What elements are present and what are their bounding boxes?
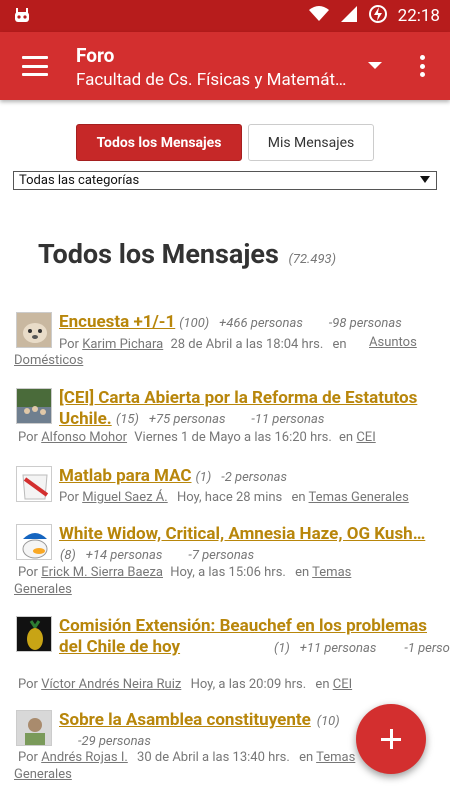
forum-selector[interactable]: Facultad de Cs. Físicas y Matemát… bbox=[76, 70, 358, 90]
category-link[interactable]: Temas bbox=[316, 750, 355, 765]
category-link[interactable]: Temas bbox=[312, 565, 351, 580]
negative-votes: -1 persona bbox=[404, 641, 450, 656]
post-date: Viernes 1 de Mayo a las 16:20 hrs. bbox=[134, 430, 332, 445]
author-link[interactable]: Karim Pichara bbox=[82, 337, 163, 352]
category-link[interactable]: CEI bbox=[333, 677, 352, 692]
post-date: Hoy, hace 28 mins bbox=[176, 490, 283, 505]
category-link-cont[interactable]: Generales bbox=[14, 582, 72, 597]
in-label: en bbox=[332, 337, 347, 352]
author-link[interactable]: Erick M. Sierra Baeza bbox=[41, 565, 163, 580]
category-select[interactable]: Todas las categorías bbox=[13, 171, 437, 190]
category-link[interactable]: CEI bbox=[356, 430, 375, 445]
post-title[interactable]: Encuesta +1/-1 bbox=[59, 312, 175, 332]
negative-votes: -29 personas bbox=[78, 734, 151, 749]
reply-count: (1) bbox=[195, 470, 212, 485]
negative-votes: -2 personas bbox=[221, 470, 288, 485]
negative-votes: -11 personas bbox=[251, 412, 325, 427]
category-link[interactable]: Asuntos bbox=[369, 335, 417, 350]
page-title: Todos los Mensajes (72.493) bbox=[38, 238, 336, 270]
by-label: Por bbox=[18, 677, 38, 692]
android-debug-icon bbox=[12, 6, 32, 26]
negative-votes: -7 personas bbox=[188, 548, 255, 563]
in-label: en bbox=[339, 430, 354, 445]
by-label: Por bbox=[18, 430, 38, 445]
app-title: Foro bbox=[76, 44, 115, 67]
reply-count: (10) bbox=[316, 714, 340, 729]
select-arrow-icon bbox=[420, 176, 430, 183]
tab-my-messages[interactable]: Mis Mensajes bbox=[248, 124, 374, 161]
by-label: Por bbox=[18, 565, 38, 580]
hamburger-menu-icon[interactable] bbox=[20, 52, 50, 80]
category-link-cont[interactable]: Domésticos bbox=[14, 353, 83, 368]
author-link[interactable]: Alfonso Mohor bbox=[41, 430, 127, 445]
by-label: Por bbox=[59, 337, 79, 352]
positive-votes: +466 personas bbox=[219, 316, 303, 331]
author-link[interactable]: Andrés Rojas I. bbox=[41, 750, 128, 765]
app-bar: Foro Facultad de Cs. Físicas y Matemát… bbox=[0, 32, 450, 100]
list-item[interactable]: White Widow, Critical, Amnesia Haze, OG … bbox=[14, 524, 440, 560]
battery-charging-icon bbox=[368, 4, 388, 29]
status-bar: 22:18 bbox=[0, 0, 450, 32]
new-post-button[interactable] bbox=[356, 704, 426, 774]
reply-count: (100) bbox=[179, 316, 210, 331]
post-title[interactable]: Sobre la Asamblea constituyente bbox=[59, 710, 311, 730]
post-title[interactable]: White Widow, Critical, Amnesia Haze, OG … bbox=[59, 524, 440, 545]
tab-all-messages[interactable]: Todos los Mensajes bbox=[76, 124, 242, 161]
category-link-cont[interactable]: Generales bbox=[14, 767, 72, 782]
overflow-menu-icon[interactable] bbox=[414, 52, 430, 80]
wifi-icon bbox=[308, 5, 330, 28]
in-label: en bbox=[291, 490, 306, 505]
message-tabs: Todos los Mensajes Mis Mensajes bbox=[76, 124, 374, 161]
list-item[interactable]: Matlab para MAC (1) -2 personas Por Migu… bbox=[14, 466, 440, 507]
dropdown-arrow-icon[interactable] bbox=[368, 62, 382, 69]
post-date: Hoy, a las 20:09 hrs. bbox=[190, 677, 307, 692]
page-title-text: Todos los Mensajes bbox=[38, 238, 279, 270]
post-date: Hoy, a las 15:06 hrs. bbox=[170, 565, 286, 580]
message-count: (72.493) bbox=[288, 252, 337, 267]
category-select-value: Todas las categorías bbox=[19, 173, 140, 188]
reply-count: (1) bbox=[274, 641, 290, 656]
plus-icon-vertical bbox=[389, 729, 393, 749]
signal-icon bbox=[340, 5, 358, 28]
post-date: 28 de Abril a las 18:04 hrs. bbox=[170, 337, 324, 352]
author-link[interactable]: Miguel Saez Á. bbox=[82, 490, 168, 505]
in-label: en bbox=[315, 677, 330, 692]
positive-votes: +11 personas bbox=[299, 641, 377, 656]
reply-count: (8) bbox=[60, 548, 76, 563]
reply-count: (15) bbox=[116, 412, 139, 427]
post-date: 30 de Abril a las 13:40 hrs. bbox=[137, 750, 290, 765]
status-time: 22:18 bbox=[397, 6, 440, 26]
category-link[interactable]: Temas Generales bbox=[309, 490, 409, 505]
in-label: en bbox=[295, 565, 310, 580]
author-link[interactable]: Víctor Andrés Neira Ruiz bbox=[41, 677, 181, 692]
in-label: en bbox=[299, 750, 314, 765]
by-label: Por bbox=[18, 750, 38, 765]
by-label: Por bbox=[59, 490, 79, 505]
negative-votes: -98 personas bbox=[328, 316, 402, 331]
positive-votes: +75 personas bbox=[148, 412, 226, 427]
positive-votes: +14 personas bbox=[85, 548, 163, 563]
post-title[interactable]: Matlab para MAC bbox=[59, 466, 191, 486]
